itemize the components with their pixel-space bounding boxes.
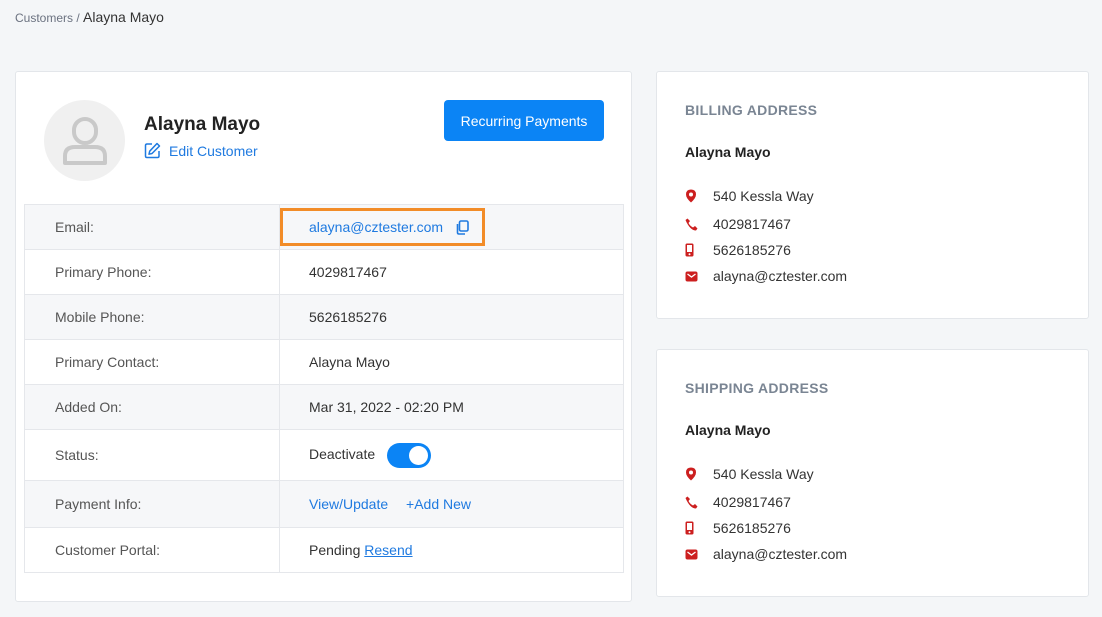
shipping-email: alayna@cztester.com <box>713 546 848 562</box>
row-payment-info: Payment Info: View/Update +Add New <box>24 480 624 528</box>
mail-icon <box>685 271 698 281</box>
recurring-payments-button[interactable]: Recurring Payments <box>444 100 604 141</box>
row-added-on: Added On: Mar 31, 2022 - 02:20 PM <box>24 384 624 430</box>
row-status: Status: Deactivate <box>24 429 624 481</box>
primary-contact-value: Alayna Mayo <box>279 339 624 385</box>
shipping-mobile-line: 5626185276 <box>685 520 791 536</box>
resend-link[interactable]: Resend <box>364 542 412 558</box>
billing-name: Alayna Mayo <box>685 144 771 160</box>
shipping-email-line: alayna@cztester.com <box>685 546 847 562</box>
toggle-knob <box>409 445 429 465</box>
portal-status: Pending <box>309 542 361 558</box>
copy-icon[interactable] <box>455 219 469 235</box>
billing-email: alayna@cztester.com <box>713 268 848 284</box>
customer-info-table: Email: alayna@cztester.com Primary Phone… <box>24 204 624 573</box>
email-link[interactable]: alayna@cztester.com <box>309 219 443 235</box>
billing-address-title: BILLING ADDRESS <box>685 102 818 118</box>
shipping-mobile: 5626185276 <box>713 520 791 536</box>
row-email: Email: alayna@cztester.com <box>24 204 624 250</box>
mail-icon <box>685 549 698 559</box>
shipping-address-title: SHIPPING ADDRESS <box>685 380 829 396</box>
edit-customer-link[interactable]: Edit Customer <box>144 142 258 159</box>
shipping-street-line: 540 Kessla Way <box>685 466 814 482</box>
mobile-icon <box>685 521 694 535</box>
billing-phone: 4029817467 <box>713 216 791 232</box>
billing-street: 540 Kessla Way <box>713 188 814 204</box>
billing-street-line: 540 Kessla Way <box>685 188 814 204</box>
row-mobile-phone: Mobile Phone: 5626185276 <box>24 294 624 340</box>
email-highlight: alayna@cztester.com <box>280 208 486 246</box>
map-pin-icon <box>686 467 696 481</box>
billing-mobile-line: 5626185276 <box>685 242 791 258</box>
edit-icon <box>144 142 161 159</box>
status-label: Status: <box>24 429 280 481</box>
payment-info-label: Payment Info: <box>24 480 280 528</box>
edit-customer-label: Edit Customer <box>169 142 258 159</box>
added-on-label: Added On: <box>24 384 280 430</box>
row-customer-portal: Customer Portal: Pending Resend <box>24 527 624 573</box>
breadcrumb-current: Alayna Mayo <box>83 9 164 25</box>
phone-icon <box>685 218 698 230</box>
breadcrumb-separator: / <box>73 11 84 25</box>
mobile-icon <box>685 243 694 257</box>
view-update-link[interactable]: View/Update <box>309 496 388 512</box>
shipping-address-card: SHIPPING ADDRESS Alayna Mayo 540 Kessla … <box>656 349 1089 597</box>
primary-phone-value: 4029817467 <box>279 249 624 295</box>
mobile-phone-label: Mobile Phone: <box>24 294 280 340</box>
primary-contact-label: Primary Contact: <box>24 339 280 385</box>
add-new-payment-link[interactable]: +Add New <box>406 496 471 512</box>
added-on-value: Mar 31, 2022 - 02:20 PM <box>279 384 624 430</box>
shipping-name: Alayna Mayo <box>685 422 771 438</box>
mobile-phone-value: 5626185276 <box>279 294 624 340</box>
billing-phone-line: 4029817467 <box>685 216 791 232</box>
primary-phone-label: Primary Phone: <box>24 249 280 295</box>
shipping-street: 540 Kessla Way <box>713 466 814 482</box>
phone-icon <box>685 496 698 508</box>
billing-address-card: BILLING ADDRESS Alayna Mayo 540 Kessla W… <box>656 71 1089 319</box>
customer-name: Alayna Mayo <box>144 114 261 135</box>
row-primary-phone: Primary Phone: 4029817467 <box>24 249 624 295</box>
status-value: Deactivate <box>309 445 376 462</box>
breadcrumb: Customers / Alayna Mayo <box>15 9 164 25</box>
shipping-phone-line: 4029817467 <box>685 494 791 510</box>
customer-portal-label: Customer Portal: <box>24 527 280 573</box>
email-label: Email: <box>24 204 280 250</box>
status-toggle[interactable] <box>387 442 432 468</box>
billing-email-line: alayna@cztester.com <box>685 268 847 284</box>
user-avatar-icon <box>62 116 107 165</box>
customer-details-card: Alayna Mayo Edit Customer Recurring Paym… <box>15 71 632 602</box>
avatar <box>44 100 125 181</box>
row-primary-contact: Primary Contact: Alayna Mayo <box>24 339 624 385</box>
map-pin-icon <box>686 189 696 203</box>
billing-mobile: 5626185276 <box>713 242 791 258</box>
breadcrumb-customers-link[interactable]: Customers <box>15 11 73 25</box>
shipping-phone: 4029817467 <box>713 494 791 510</box>
